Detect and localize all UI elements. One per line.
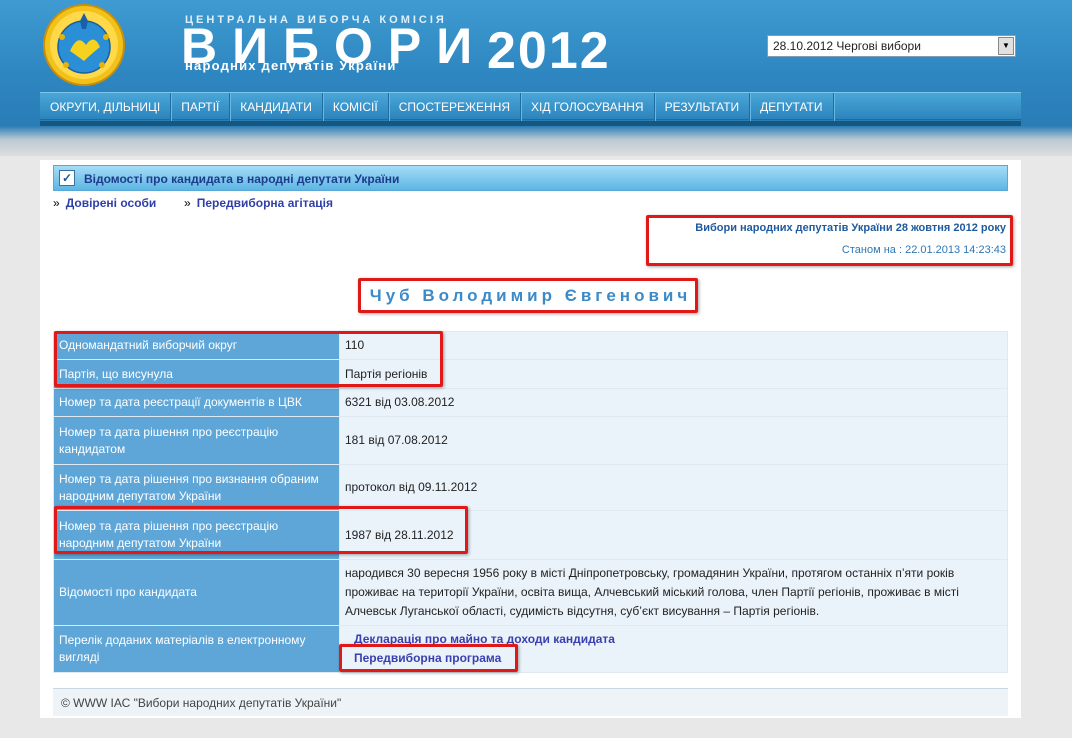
site-header: ЦЕНТРАЛЬНА ВИБОРЧА КОМІСІЯ ВИБОРИ народн…	[0, 0, 1072, 145]
row-label: Перелік доданих матеріалів в електронном…	[53, 625, 340, 673]
election-select-value: 28.10.2012 Чергові вибори	[773, 39, 921, 53]
table-row: Номер та дата реєстрації документів в ЦВ…	[53, 388, 1008, 417]
link-campaigning[interactable]: » Передвиборна агітація	[184, 196, 333, 210]
link-trusted-persons[interactable]: » Довірені особи	[53, 196, 156, 210]
arrow-icon: »	[184, 196, 191, 210]
highlight-box-party	[54, 331, 443, 387]
row-label: Номер та дата рішення про реєстрацію кан…	[53, 416, 340, 465]
page-footer: © WWW ІАС "Вибори народних депутатів Укр…	[53, 688, 1008, 716]
row-value: 181 від 07.08.2012	[339, 416, 1008, 465]
row-label: Номер та дата реєстрації документів в ЦВ…	[53, 388, 340, 417]
row-label: Номер та дата рішення про визнання обран…	[53, 464, 340, 511]
nav-item-candidates[interactable]: КАНДИДАТИ	[230, 93, 323, 121]
cvk-emblem-logo[interactable]	[42, 3, 126, 87]
highlight-box-election	[646, 215, 1013, 266]
table-row: Номер та дата рішення про визнання обран…	[53, 464, 1008, 511]
link-campaigning-label[interactable]: Передвиборна агітація	[197, 196, 333, 210]
checkbox-icon: ✓	[59, 170, 75, 186]
arrow-icon: »	[53, 196, 60, 210]
nav-item-results[interactable]: РЕЗУЛЬТАТИ	[655, 93, 751, 121]
table-row: Номер та дата рішення про реєстрацію кан…	[53, 416, 1008, 465]
nav-item-observation[interactable]: СПОСТЕРЕЖЕННЯ	[389, 93, 522, 121]
row-value: 6321 від 03.08.2012	[339, 388, 1008, 417]
link-trusted-persons-label[interactable]: Довірені особи	[66, 196, 157, 210]
row-value: народився 30 вересня 1956 року в місті Д…	[339, 559, 1008, 626]
row-value: протокол від 09.11.2012	[339, 464, 1008, 511]
highlight-box-program	[339, 644, 518, 672]
chevron-down-icon[interactable]: ▼	[998, 37, 1014, 55]
election-year: 2012	[487, 22, 611, 80]
row-label: Відомості про кандидата	[53, 559, 340, 626]
site-subtitle: народних депутатів України	[185, 58, 397, 73]
nav-item-parties[interactable]: ПАРТІЇ	[171, 93, 231, 121]
table-row: Відомості про кандидата народився 30 вер…	[53, 559, 1008, 626]
highlight-box-name	[358, 278, 698, 313]
highlight-box-registration	[54, 506, 468, 554]
content-panel: ✓ Відомості про кандидата в народні депу…	[40, 160, 1021, 718]
nav-item-commissions[interactable]: КОМІСІЇ	[323, 93, 389, 121]
nav-item-deputies[interactable]: ДЕПУТАТИ	[750, 93, 834, 121]
header-fade	[0, 126, 1072, 156]
section-header: ✓ Відомості про кандидата в народні депу…	[53, 165, 1008, 191]
nav-item-districts[interactable]: ОКРУГИ, ДІЛЬНИЦІ	[40, 93, 172, 121]
nav-item-voting-progress[interactable]: ХІД ГОЛОСУВАННЯ	[521, 93, 655, 121]
election-select[interactable]: 28.10.2012 Чергові вибори ▼	[767, 35, 1016, 57]
table-row: Перелік доданих матеріалів в електронном…	[53, 625, 1008, 673]
main-nav: ОКРУГИ, ДІЛЬНИЦІ ПАРТІЇ КАНДИДАТИ КОМІСІ…	[40, 92, 1021, 121]
section-title: Відомості про кандидата в народні депута…	[84, 172, 400, 186]
